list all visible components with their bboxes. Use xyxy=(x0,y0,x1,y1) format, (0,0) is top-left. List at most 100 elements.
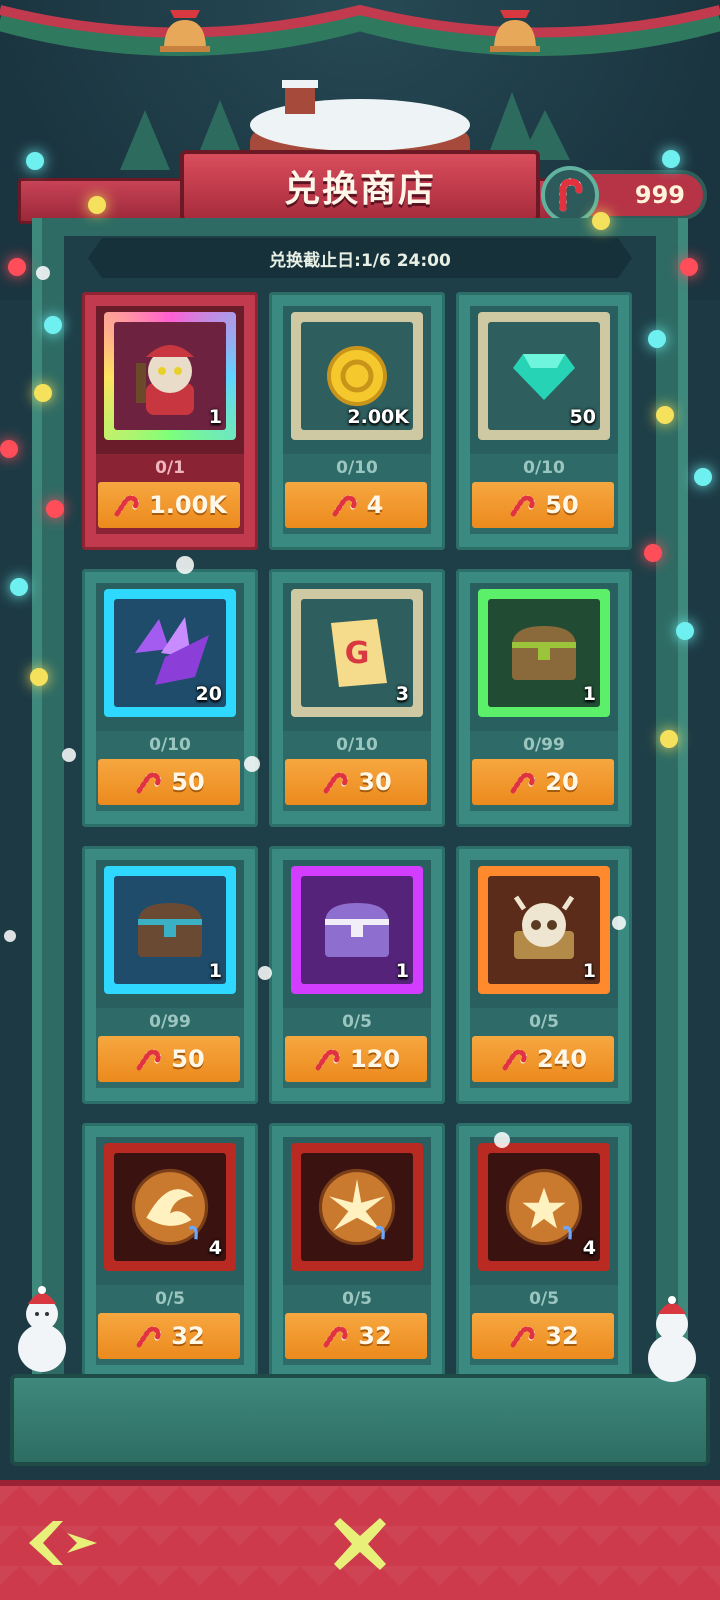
purchase-limit: 0/10 xyxy=(149,735,191,755)
purchase-limit: 0/5 xyxy=(342,1012,372,1032)
buy-button[interactable]: 32 xyxy=(98,1313,240,1359)
string-light xyxy=(648,330,666,348)
candy-cane-icon xyxy=(136,1326,162,1348)
svg-text:G: G xyxy=(345,636,370,671)
buy-button[interactable]: 50 xyxy=(98,1036,240,1082)
buy-button[interactable]: 1.00K xyxy=(98,482,240,528)
item-frame: 1 xyxy=(478,589,610,717)
string-light xyxy=(592,212,610,230)
shop-item-card[interactable]: 4 0/5 32 xyxy=(456,1123,632,1374)
price-label: 32 xyxy=(171,1322,205,1350)
shop-item-card[interactable]: 1 0/5 240 xyxy=(456,846,632,1104)
deadline-text: 兑换截止日:1/6 24:00 xyxy=(269,250,451,271)
item-frame xyxy=(291,1143,423,1271)
purchase-limit: 0/5 xyxy=(155,1289,185,1309)
snowflake xyxy=(612,916,626,930)
item-frame: 50 xyxy=(478,312,610,440)
shop-item-grid[interactable]: 1 0/1 1.00K 2.00K 0/10 4 50 0/10 50 20 0/10 50 G 3 0/1… xyxy=(82,292,642,1374)
price-label: 1.00K xyxy=(149,491,227,519)
bell-icon xyxy=(160,10,210,52)
shop-item-card[interactable]: 1 0/5 120 xyxy=(269,846,445,1104)
price-label: 32 xyxy=(545,1322,579,1350)
item-quantity: 2.00K xyxy=(347,406,409,428)
item-frame: 4 xyxy=(104,1143,236,1271)
buy-button[interactable]: 32 xyxy=(285,1313,427,1359)
item-quantity: 1 xyxy=(208,960,222,982)
snowflake xyxy=(494,1132,510,1148)
snowman-decoration xyxy=(648,1296,696,1382)
back-button[interactable] xyxy=(20,1512,106,1574)
purchase-limit: 0/10 xyxy=(523,458,565,478)
close-x-icon xyxy=(334,1518,386,1570)
purchase-limit: 0/10 xyxy=(336,458,378,478)
string-light xyxy=(680,258,698,276)
purchase-limit: 0/99 xyxy=(523,735,565,755)
title-sign: 兑换商店 xyxy=(180,150,540,222)
shop-item-card[interactable]: 50 0/10 50 xyxy=(456,292,632,550)
buy-button[interactable]: 4 xyxy=(285,482,427,528)
price-label: 30 xyxy=(358,768,392,796)
snowflake xyxy=(176,556,194,574)
string-light xyxy=(8,258,26,276)
string-light xyxy=(30,668,48,686)
purchase-limit: 0/5 xyxy=(529,1012,559,1032)
price-label: 32 xyxy=(358,1322,392,1350)
item-frame: G3 xyxy=(291,589,423,717)
item-frame: 4 xyxy=(478,1143,610,1271)
shop-item-card[interactable]: G 3 0/10 30 xyxy=(269,569,445,827)
string-light xyxy=(46,500,64,518)
item-quantity: 50 xyxy=(569,406,596,428)
price-label: 50 xyxy=(545,491,579,519)
buy-button[interactable]: 30 xyxy=(285,759,427,805)
string-light xyxy=(676,622,694,640)
close-button[interactable] xyxy=(324,1508,396,1580)
shop-item-card[interactable]: 1 0/99 20 xyxy=(456,569,632,827)
snowflake xyxy=(62,748,76,762)
candy-cane-icon xyxy=(315,1049,340,1071)
shop-item-card[interactable]: 1 0/1 1.00K xyxy=(82,292,258,550)
snowflake xyxy=(4,930,16,942)
string-light xyxy=(26,152,44,170)
string-light xyxy=(10,578,28,596)
candy-cane-icon xyxy=(114,495,139,517)
buy-button[interactable]: 240 xyxy=(472,1036,614,1082)
price-label: 120 xyxy=(349,1045,401,1073)
purchase-limit: 0/99 xyxy=(149,1012,191,1032)
candy-cane-icon xyxy=(510,1326,536,1348)
christmas-garland-decoration xyxy=(0,4,720,56)
currency-amount: 999 xyxy=(634,181,685,209)
buy-button[interactable]: 120 xyxy=(285,1036,427,1082)
price-label: 50 xyxy=(171,1045,205,1073)
price-label: 20 xyxy=(545,768,579,796)
string-light xyxy=(662,150,680,168)
item-frame: 2.00K xyxy=(291,312,423,440)
shop-item-card[interactable]: 20 0/10 50 xyxy=(82,569,258,827)
candy-cane-icon xyxy=(510,495,536,517)
price-label: 240 xyxy=(536,1045,588,1073)
shop-item-card[interactable]: 2.00K 0/10 4 xyxy=(269,292,445,550)
purchase-limit: 0/5 xyxy=(529,1289,559,1309)
snowflake xyxy=(258,966,272,980)
buy-button[interactable]: 20 xyxy=(472,759,614,805)
shop-item-card[interactable]: 0/5 32 xyxy=(269,1123,445,1374)
item-quantity: 1 xyxy=(208,406,222,428)
burst-orb-skill-icon xyxy=(291,1143,423,1271)
snowman-decoration xyxy=(18,1286,66,1372)
candy-cane-icon xyxy=(323,1326,349,1348)
item-quantity: 1 xyxy=(395,960,409,982)
item-frame: 20 xyxy=(104,589,236,717)
back-arrow-icon xyxy=(29,1521,97,1565)
buy-button[interactable]: 50 xyxy=(98,759,240,805)
snowflake xyxy=(244,756,260,772)
snowflake xyxy=(36,266,50,280)
item-frame: 1 xyxy=(478,866,610,994)
item-quantity: 1 xyxy=(582,960,596,982)
item-quantity: 20 xyxy=(195,683,222,705)
buy-button[interactable]: 32 xyxy=(472,1313,614,1359)
shop-item-card[interactable]: 4 0/5 32 xyxy=(82,1123,258,1374)
shop-item-card[interactable]: 1 0/99 50 xyxy=(82,846,258,1104)
string-light xyxy=(44,316,62,334)
deadline-banner: 兑换截止日:1/6 24:00 xyxy=(88,238,632,278)
buy-button[interactable]: 50 xyxy=(472,482,614,528)
page-title: 兑换商店 xyxy=(283,169,436,210)
